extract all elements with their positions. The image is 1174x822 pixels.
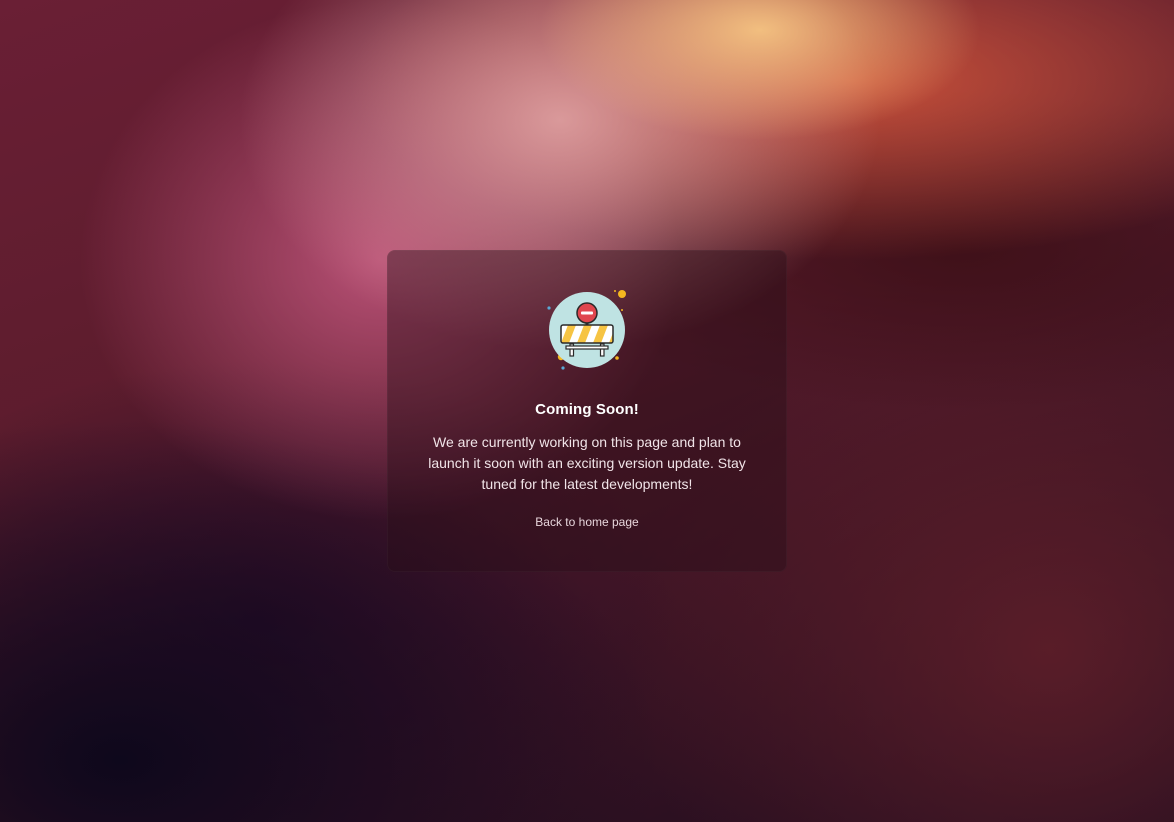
coming-soon-card: Coming Soon! We are currently working on… xyxy=(387,250,787,572)
coming-soon-message: We are currently working on this page an… xyxy=(428,434,746,492)
road-barrier-icon xyxy=(546,288,630,372)
back-to-home-link[interactable]: Back to home page xyxy=(387,515,787,529)
page-title: Coming Soon! xyxy=(535,401,639,418)
